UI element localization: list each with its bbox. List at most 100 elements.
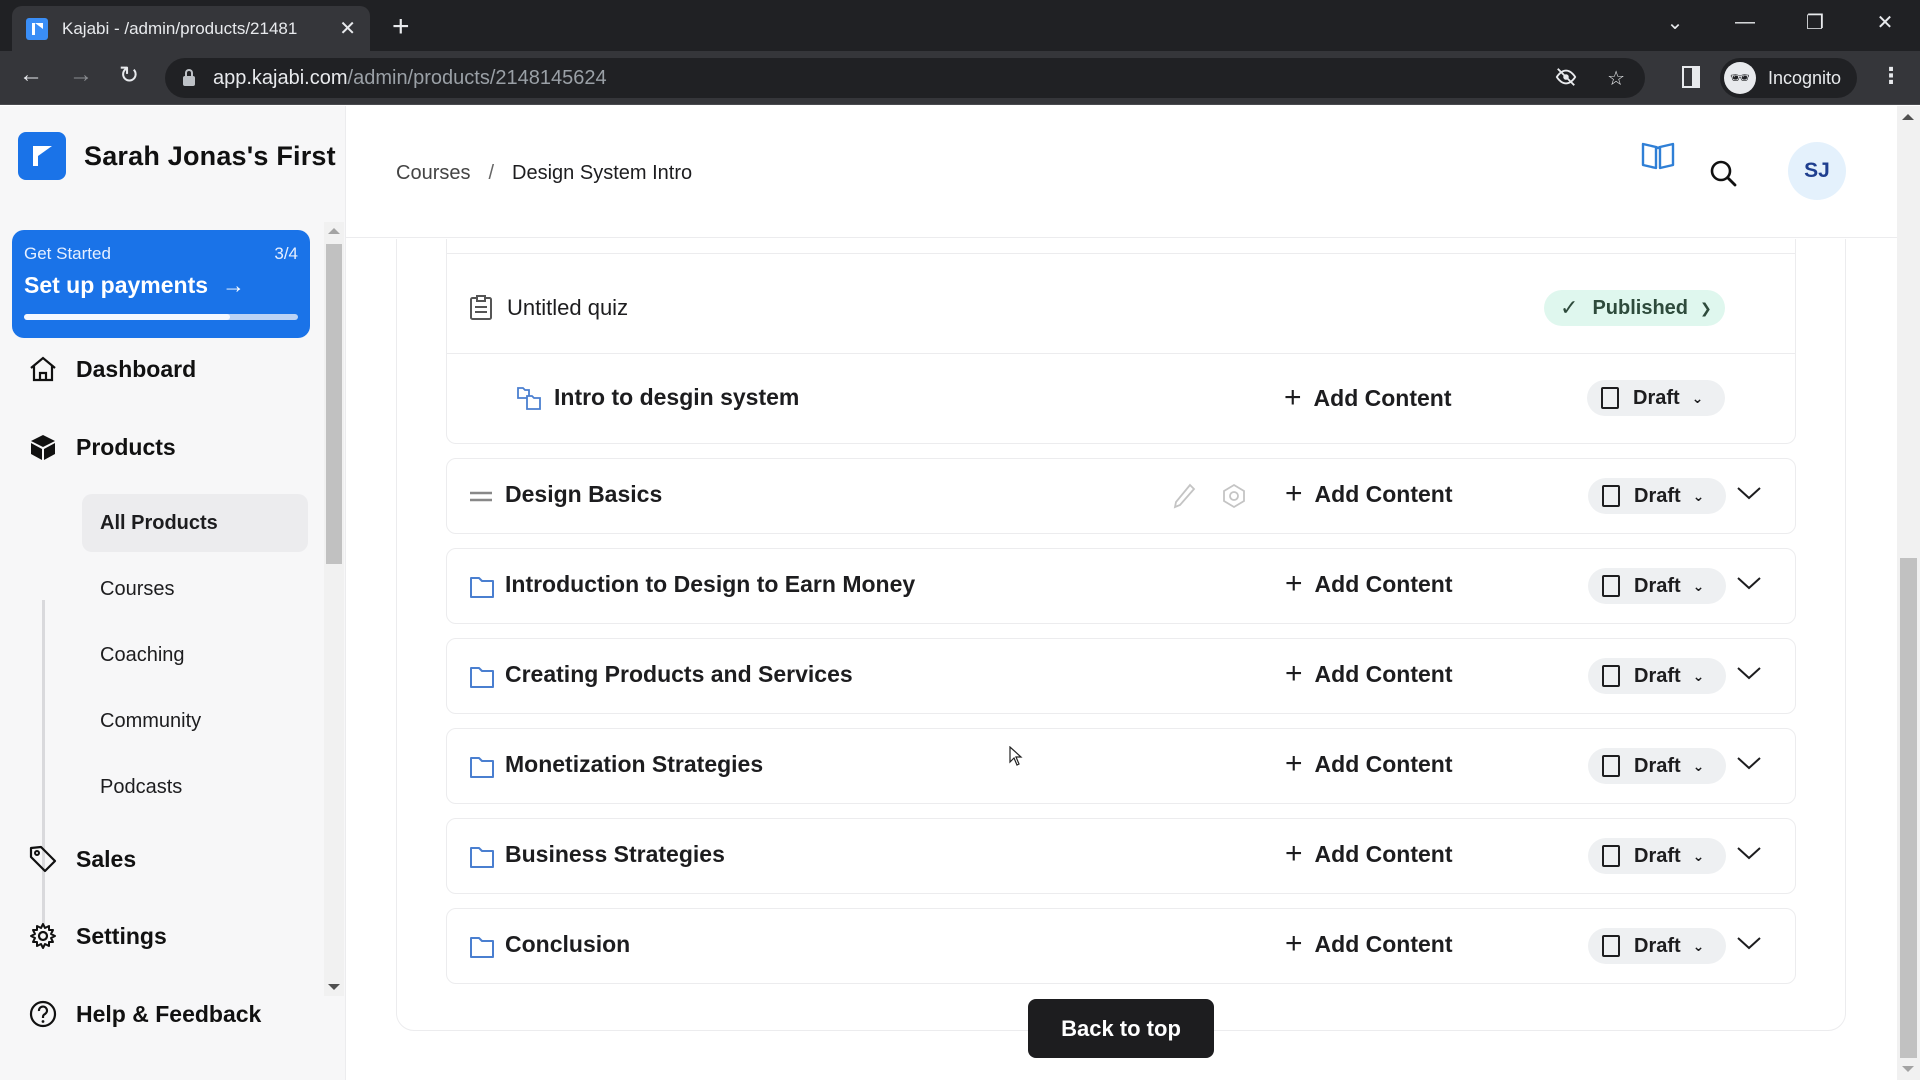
scroll-up-arrow-icon[interactable] xyxy=(1902,114,1914,120)
sidebar-subitem-label: Podcasts xyxy=(100,775,183,798)
new-tab-button[interactable]: + xyxy=(392,10,410,44)
preview-eye-icon[interactable] xyxy=(1221,483,1247,514)
sidebar-scrollbar[interactable] xyxy=(324,222,344,996)
user-avatar[interactable]: SJ xyxy=(1788,142,1846,200)
expand-chevron-icon[interactable] xyxy=(1736,755,1762,776)
section-status-dropdown[interactable]: Draft ⌄ xyxy=(1588,928,1726,964)
eye-off-icon[interactable] xyxy=(1555,66,1577,94)
sidebar-item-settings[interactable]: Settings xyxy=(28,921,167,951)
tab-search-chevron-icon[interactable]: ⌄ xyxy=(1640,10,1710,35)
sidebar-subitem-podcasts[interactable]: Podcasts xyxy=(82,758,308,816)
section-status-dropdown[interactable]: Draft ⌄ xyxy=(1588,748,1726,784)
sidebar-item-dashboard[interactable]: Dashboard xyxy=(28,354,196,384)
section-status-dropdown[interactable]: Draft ⌄ xyxy=(1588,478,1726,514)
section-status-dropdown[interactable]: Draft ⌄ xyxy=(1588,658,1726,694)
forward-arrow-icon[interactable]: → xyxy=(64,61,98,89)
add-content-button[interactable]: + Add Content xyxy=(1285,659,1453,689)
page-scrollbar[interactable] xyxy=(1897,106,1920,1080)
add-content-button[interactable]: + Add Content xyxy=(1284,383,1452,413)
add-content-button[interactable]: + Add Content xyxy=(1285,569,1453,599)
expand-chevron-icon[interactable] xyxy=(1736,485,1762,506)
plus-icon: + xyxy=(1285,657,1303,690)
sidebar-item-label: Help & Feedback xyxy=(76,1000,262,1027)
get-started-progress xyxy=(24,314,298,320)
book-icon[interactable] xyxy=(1641,140,1675,175)
expand-chevron-icon[interactable] xyxy=(1736,935,1762,956)
incognito-profile-button[interactable]: 🕶 Incognito xyxy=(1720,58,1857,98)
section-status-dropdown[interactable]: Draft ⌄ xyxy=(1588,568,1726,604)
plus-icon: + xyxy=(1285,477,1303,510)
bookmark-star-icon[interactable]: ☆ xyxy=(1607,66,1625,94)
add-content-label: Add Content xyxy=(1313,384,1452,411)
add-content-button[interactable]: + Add Content xyxy=(1285,479,1453,509)
add-content-label: Add Content xyxy=(1314,480,1453,507)
expand-chevron-icon[interactable] xyxy=(1736,665,1762,686)
browser-menu-icon[interactable]: ⋮ xyxy=(1880,63,1902,89)
quiz-status-published-dropdown[interactable]: ✓ Published ❯ xyxy=(1544,290,1725,326)
address-bar[interactable]: app.kajabi.com/admin/products/2148145624… xyxy=(165,58,1645,98)
back-to-top-button[interactable]: Back to top xyxy=(1028,999,1214,1058)
side-panel-icon[interactable] xyxy=(1682,66,1700,88)
add-content-label: Add Content xyxy=(1314,930,1453,957)
minimize-icon[interactable]: — xyxy=(1710,11,1780,34)
add-content-button[interactable]: + Add Content xyxy=(1285,929,1453,959)
sidebar-subitem-label: Community xyxy=(100,709,202,732)
quiz-row[interactable]: Untitled quiz xyxy=(469,295,628,321)
sidebar-scrollbar-thumb[interactable] xyxy=(326,244,342,564)
section-row[interactable]: Conclusion + Add Content Draft ⌄ xyxy=(446,908,1796,984)
sidebar-item-products[interactable]: Products xyxy=(28,432,176,462)
breadcrumb-current: Design System Intro xyxy=(512,162,693,184)
folder-icon xyxy=(470,937,494,958)
document-icon xyxy=(1602,755,1620,777)
expand-chevron-icon[interactable] xyxy=(1736,575,1762,596)
add-content-button[interactable]: + Add Content xyxy=(1285,839,1453,869)
lesson-status-dropdown[interactable]: Draft ⌄ xyxy=(1587,380,1725,416)
sidebar-subitem-all-products[interactable]: All Products xyxy=(82,494,308,552)
folder-icon xyxy=(470,847,494,868)
tab-close-icon[interactable]: ✕ xyxy=(339,16,356,41)
get-started-card[interactable]: Get Started 3/4 Set up payments → xyxy=(12,230,310,338)
sidebar-subitem-label: Coaching xyxy=(100,643,185,666)
check-icon: ✓ xyxy=(1560,295,1579,320)
section-row[interactable]: Creating Products and Services + Add Conte… xyxy=(446,638,1796,714)
plus-icon: + xyxy=(1285,837,1303,870)
reload-icon[interactable]: ↻ xyxy=(112,61,146,90)
expand-chevron-icon[interactable] xyxy=(1736,845,1762,866)
browser-tab[interactable]: Kajabi - /admin/products/21481 ✕ xyxy=(12,6,370,51)
section-title: Business Strategies xyxy=(505,841,725,867)
search-icon[interactable] xyxy=(1709,159,1737,192)
kajabi-logo-icon xyxy=(18,132,66,180)
back-arrow-icon[interactable]: ← xyxy=(14,61,48,89)
sidebar-subitem-coaching[interactable]: Coaching xyxy=(82,626,308,684)
quiz-icon xyxy=(470,295,492,320)
scroll-down-arrow-icon[interactable] xyxy=(1902,1066,1914,1072)
lesson-row[interactable]: Intro to desgin system xyxy=(516,384,799,411)
status-label: Draft xyxy=(1633,386,1680,409)
breadcrumb-courses-link[interactable]: Courses xyxy=(396,162,470,185)
brand[interactable]: Sarah Jonas's First xyxy=(18,132,336,180)
breadcrumb: Courses / Design System Intro xyxy=(396,162,692,185)
scroll-down-arrow-icon[interactable] xyxy=(328,984,340,990)
divider xyxy=(446,253,1796,254)
sidebar-subitem-community[interactable]: Community xyxy=(82,692,308,750)
subcategory-icon xyxy=(517,386,541,410)
edit-pencil-icon[interactable] xyxy=(1172,483,1196,514)
section-row[interactable]: Introduction to Design to Earn Money + Add… xyxy=(446,548,1796,624)
sidebar-item-label: Settings xyxy=(76,922,167,949)
add-content-button[interactable]: + Add Content xyxy=(1285,749,1453,779)
sidebar-item-sales[interactable]: Sales xyxy=(28,844,136,874)
restore-icon[interactable]: ❐ xyxy=(1780,10,1850,35)
scroll-up-arrow-icon[interactable] xyxy=(328,228,340,234)
document-icon xyxy=(1602,485,1620,507)
window-close-icon[interactable]: ✕ xyxy=(1850,10,1920,35)
section-status-dropdown[interactable]: Draft ⌄ xyxy=(1588,838,1726,874)
section-row[interactable]: Design Basics + Add Content Draft ⌄ xyxy=(446,458,1796,534)
get-started-label: Get Started xyxy=(24,244,111,263)
sidebar-subitem-courses[interactable]: Courses xyxy=(82,560,308,618)
page-scrollbar-thumb[interactable] xyxy=(1900,558,1917,1058)
chevron-down-icon: ⌄ xyxy=(1692,487,1705,504)
drag-handle-icon[interactable] xyxy=(469,490,493,504)
sidebar-item-help-feedback[interactable]: Help & Feedback xyxy=(28,999,261,1029)
section-row[interactable]: Monetization Strategies + Add Content Draft… xyxy=(446,728,1796,804)
section-row[interactable]: Business Strategies + Add Content Draft ⌄ xyxy=(446,818,1796,894)
